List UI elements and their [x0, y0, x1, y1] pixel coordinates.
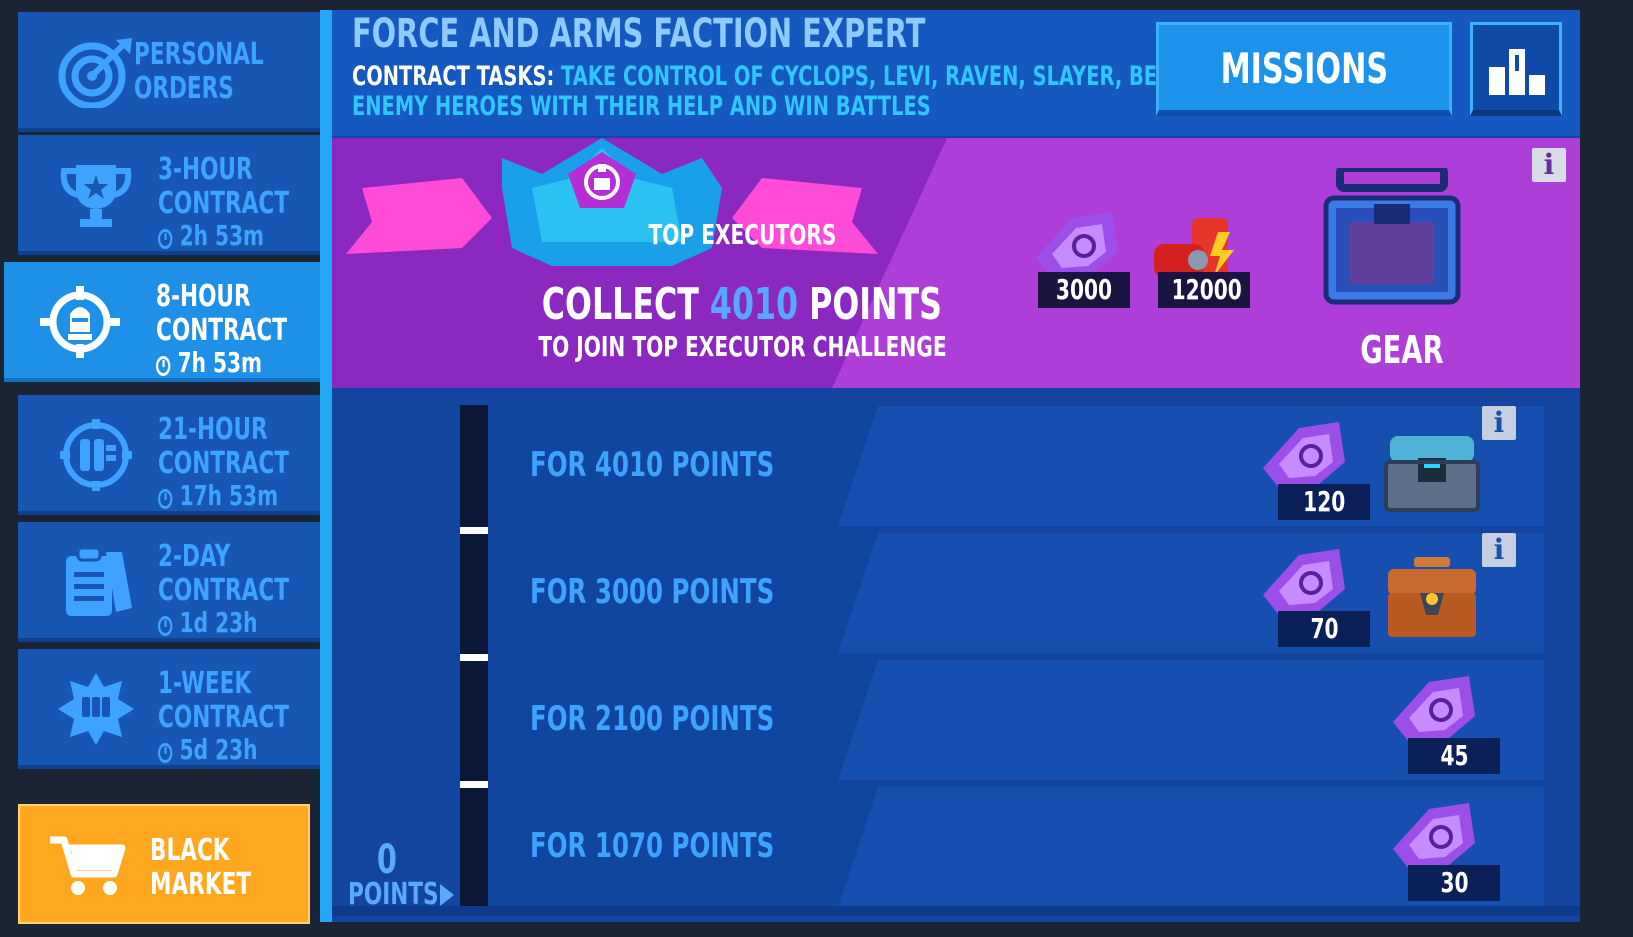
- stopwatch-icon: [156, 356, 171, 376]
- star-fist-icon: [58, 673, 134, 745]
- sidebar-item-label: CONTRACT: [158, 700, 289, 735]
- reward-amount: 12000: [1171, 273, 1242, 306]
- sidebar-item-label: 8-HOUR: [156, 279, 251, 314]
- top-executors-badge-icon: [346, 138, 878, 266]
- reward-amount: 3000: [1055, 273, 1113, 306]
- clipboard-icon: [66, 546, 132, 616]
- tier-label: FOR 4010 POINTS: [530, 445, 775, 485]
- top-executors-banner: TOP EXECUTORS COLLECT 4010 POINTS TO JOI…: [332, 138, 1580, 388]
- wood-chest-icon: [1388, 557, 1476, 637]
- gear-label: GEAR: [1360, 328, 1444, 372]
- sidebar-item-label: CONTRACT: [158, 186, 289, 221]
- reward-tier: FOR 1070 POINTS 30: [488, 787, 1544, 907]
- key-amount: 45: [1439, 739, 1469, 772]
- sidebar-item-label: 3-HOUR: [158, 152, 253, 187]
- sidebar-item-8-hour-contract[interactable]: 8-HOUR CONTRACT 7h 53m: [4, 262, 320, 382]
- progress-tick: [460, 527, 488, 534]
- sidebar-item-timer: 17h 53m: [179, 479, 279, 512]
- tasks-prefix: CONTRACT TASKS:: [352, 61, 562, 92]
- stopwatch-icon: [158, 229, 173, 249]
- sidebar-item-timer: 7h 53m: [177, 346, 263, 379]
- progress-tick: [460, 781, 488, 788]
- sidebar-item-label: 2-DAY: [158, 539, 231, 574]
- key-token-icon: [1263, 422, 1345, 488]
- target-icon: [58, 38, 132, 108]
- missions-button[interactable]: MISSIONS: [1156, 22, 1452, 116]
- points-value: 0: [376, 837, 398, 883]
- leaderboard-button[interactable]: [1470, 22, 1562, 116]
- key-token-icon: [1263, 549, 1345, 615]
- sidebar-item-21-hour-contract[interactable]: 21-HOUR CONTRACT 17h 53m: [18, 395, 320, 515]
- panel-footer: [332, 906, 1580, 916]
- progress-tick: [460, 654, 488, 661]
- sidebar-item-label: CONTRACT: [156, 313, 287, 348]
- sidebar-item-timer: 5d 23h: [179, 733, 258, 766]
- collect-subtitle: TO JOIN TOP EXECUTOR CHALLENGE: [537, 330, 947, 363]
- key-amount: 120: [1302, 485, 1346, 518]
- sidebar-item-label: CONTRACT: [158, 446, 289, 481]
- collect-points: 4010: [709, 279, 799, 330]
- steel-chest-icon: [1384, 436, 1480, 512]
- sidebar-item-timer: 2h 53m: [179, 219, 265, 252]
- crosshair-icon: [40, 286, 120, 358]
- key-amount: 70: [1309, 612, 1339, 645]
- sidebar-item-timer: 1d 23h: [179, 606, 258, 639]
- tier-label: FOR 3000 POINTS: [530, 572, 775, 612]
- gear-crate-icon: [1323, 168, 1461, 305]
- key-token-icon: [1393, 676, 1475, 742]
- market-label: MARKET: [150, 867, 252, 902]
- sidebar-item-label: PERSONAL: [134, 37, 264, 72]
- collect-suffix: POINTS: [798, 279, 943, 330]
- sidebar-item-personal-orders[interactable]: PERSONAL ORDERS: [18, 12, 320, 132]
- trophy-icon: [60, 165, 132, 227]
- black-market-button[interactable]: BLACK MARKET: [18, 804, 310, 924]
- tier-label: FOR 1070 POINTS: [530, 826, 775, 866]
- missions-label: MISSIONS: [1220, 44, 1388, 93]
- sidebar-item-1-week-contract[interactable]: 1-WEEK CONTRACT 5d 23h: [18, 649, 320, 769]
- fist-emblem-icon: [60, 419, 132, 491]
- badge-text: TOP EXECUTORS: [648, 218, 836, 251]
- play-arrow-icon: [440, 884, 454, 906]
- cart-icon: [50, 836, 126, 895]
- key-token-icon: [1393, 803, 1475, 869]
- info-icon[interactable]: i: [1532, 148, 1566, 182]
- sidebar-item-2-day-contract[interactable]: 2-DAY CONTRACT 1d 23h: [18, 522, 320, 642]
- reward-tier: FOR 4010 POINTS 120 i: [488, 406, 1544, 526]
- sidebar-item-3-hour-contract[interactable]: 3-HOUR CONTRACT 2h 53m: [18, 135, 320, 255]
- info-icon[interactable]: i: [1482, 406, 1516, 440]
- stopwatch-icon: [158, 743, 173, 763]
- market-label: BLACK: [150, 833, 230, 868]
- stopwatch-icon: [158, 616, 173, 636]
- collect-prefix: COLLECT: [541, 279, 710, 330]
- sidebar-item-label: CONTRACT: [158, 573, 289, 608]
- reward-tier: FOR 3000 POINTS 70 i: [488, 533, 1544, 653]
- reward-tier: FOR 2100 POINTS 45: [488, 660, 1544, 780]
- sidebar-item-label: ORDERS: [134, 71, 234, 106]
- stopwatch-icon: [158, 489, 173, 509]
- info-icon[interactable]: i: [1482, 533, 1516, 567]
- key-amount: 30: [1439, 866, 1469, 899]
- sidebar-item-label: 1-WEEK: [158, 666, 252, 701]
- tier-label: FOR 2100 POINTS: [530, 699, 775, 739]
- sidebar-item-label: 21-HOUR: [158, 412, 268, 447]
- leaderboard-icon: [1489, 49, 1545, 95]
- page-title: FORCE AND ARMS FACTION EXPERT: [352, 11, 926, 57]
